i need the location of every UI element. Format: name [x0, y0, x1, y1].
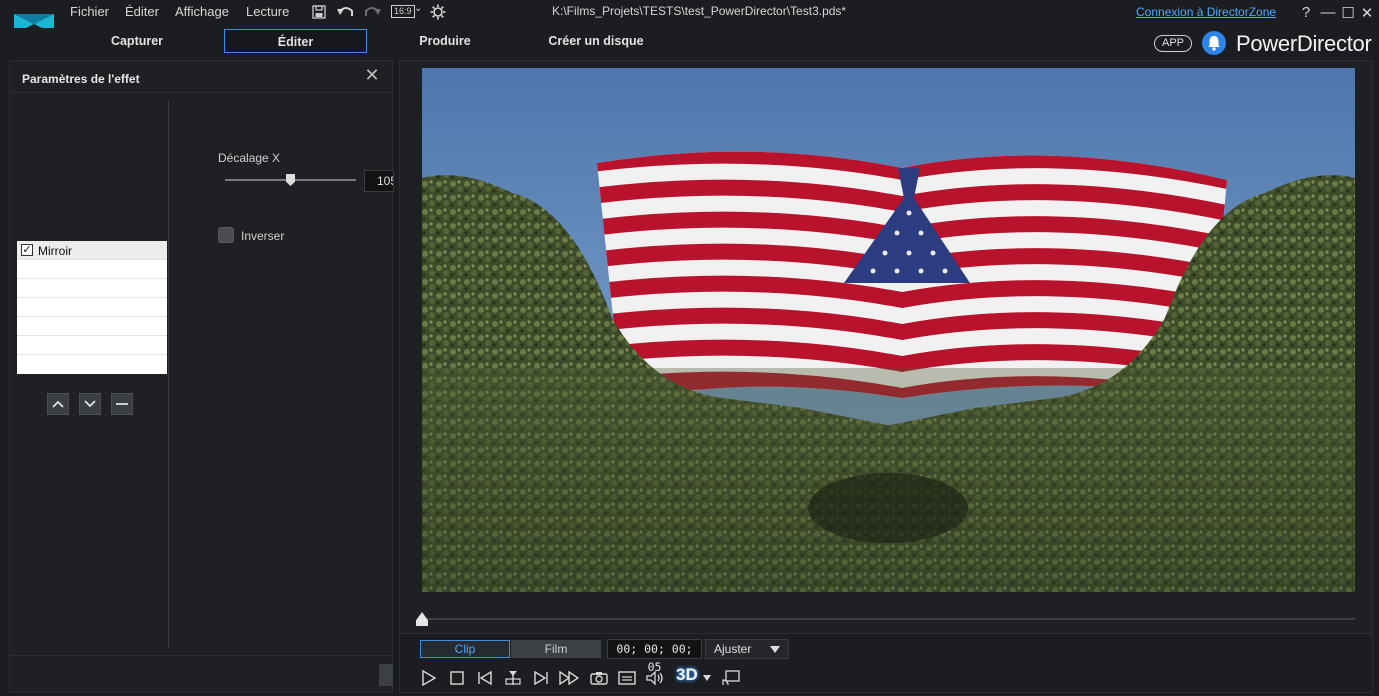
dropdown-arrow-icon[interactable] [770, 646, 780, 653]
menu-fichier[interactable]: Fichier [70, 4, 109, 19]
split-clip-icon[interactable] [502, 667, 524, 689]
remove-effect-button[interactable] [111, 393, 133, 415]
footer-scroll-handle[interactable] [379, 664, 393, 686]
list-item [17, 298, 167, 317]
menu-editer[interactable]: Éditer [125, 4, 159, 19]
chevron-down-icon[interactable] [703, 675, 711, 681]
list-item [17, 279, 167, 298]
project-file-path: K:\Films_Projets\TESTS\test_PowerDirecto… [552, 4, 847, 18]
offset-x-value-input[interactable]: 105 [364, 170, 394, 192]
zoom-select[interactable]: Ajuster [705, 639, 789, 659]
close-icon[interactable]: ✕ [362, 65, 382, 86]
tab-editer[interactable]: Éditer [224, 29, 367, 53]
list-item [17, 355, 167, 374]
effect-list: ✓ Mirroir [17, 241, 167, 374]
notification-bell-icon[interactable] [1202, 31, 1226, 55]
subtitles-icon[interactable] [616, 667, 638, 689]
zoom-select-value: Ajuster [714, 642, 752, 656]
offset-x-label: Décalage X [218, 151, 281, 165]
offset-x-slider-thumb[interactable] [286, 174, 295, 186]
menu-lecture[interactable]: Lecture [246, 4, 289, 19]
invert-checkbox[interactable] [218, 227, 234, 243]
stop-icon[interactable] [446, 667, 468, 689]
menu-affichage[interactable]: Affichage [175, 4, 229, 19]
tab-clip[interactable]: Clip [420, 640, 510, 658]
tab-produire[interactable]: Produire [410, 29, 480, 53]
play-icon[interactable] [418, 667, 440, 689]
help-button[interactable]: ? [1297, 4, 1315, 21]
effect-checkbox[interactable]: ✓ [21, 244, 33, 256]
chevron-down-icon [84, 400, 96, 408]
minimize-button[interactable]: — [1319, 4, 1337, 21]
mode-tabs: Capturer Éditer Produire Créer un disque… [0, 28, 1379, 58]
panel-title: Paramètres de l'effet [22, 72, 140, 86]
3d-mode-button[interactable]: 3D [676, 665, 698, 685]
tab-film[interactable]: Film [511, 640, 601, 658]
effect-settings-panel: Paramètres de l'effet ✕ ✓ Mirroir Décala… [9, 60, 394, 693]
close-window-button[interactable]: ✕ [1358, 4, 1376, 22]
list-item [17, 260, 167, 279]
redo-icon[interactable] [362, 2, 382, 22]
tab-capturer[interactable]: Capturer [98, 29, 176, 53]
external-display-icon[interactable] [720, 667, 742, 689]
list-item [17, 317, 167, 336]
directorzone-login-link[interactable]: Connexion à DirectorZone [1136, 5, 1276, 19]
playback-controls: Clip Film 00; 00; 00; 05 Ajuster 3D [400, 633, 1372, 692]
preview-panel: Clip Film 00; 00; 00; 05 Ajuster 3D [399, 60, 1373, 693]
chevron-up-icon [52, 400, 64, 408]
undo-icon[interactable] [336, 2, 356, 22]
list-item [17, 336, 167, 355]
settings-gear-icon[interactable] [428, 2, 448, 22]
maximize-button[interactable]: ☐ [1339, 4, 1357, 22]
brand-name: PowerDirector [1236, 31, 1372, 56]
aspect-ratio-button[interactable]: 16:9 [391, 5, 415, 18]
chevron-down-icon[interactable]: ⌄ [414, 3, 422, 14]
video-frame-image [422, 68, 1355, 592]
move-up-button[interactable] [47, 393, 69, 415]
panel-header: Paramètres de l'effet ✕ [10, 61, 392, 93]
timecode-display[interactable]: 00; 00; 00; 05 [607, 639, 702, 674]
next-frame-icon[interactable] [530, 667, 552, 689]
minus-icon [116, 403, 128, 405]
fast-forward-icon[interactable] [558, 667, 580, 689]
timeline-scrubber[interactable] [422, 618, 1355, 620]
list-item[interactable]: ✓ Mirroir [17, 241, 167, 260]
playhead-marker[interactable] [416, 612, 428, 626]
invert-label: Inverser [241, 229, 285, 243]
panel-footer [10, 655, 393, 692]
save-icon[interactable] [309, 2, 329, 22]
title-bar: Fichier Éditer Affichage Lecture 16:9 ⌄ … [0, 0, 1379, 34]
snapshot-camera-icon[interactable] [588, 667, 610, 689]
tab-creer-disque[interactable]: Créer un disque [546, 29, 646, 53]
previous-frame-icon[interactable] [474, 667, 496, 689]
volume-icon[interactable] [644, 667, 666, 689]
video-preview[interactable] [422, 68, 1355, 592]
panel-divider [168, 101, 169, 649]
move-down-button[interactable] [79, 393, 101, 415]
app-badge-button[interactable]: APP [1154, 35, 1192, 52]
effect-name: Mirroir [38, 244, 72, 258]
